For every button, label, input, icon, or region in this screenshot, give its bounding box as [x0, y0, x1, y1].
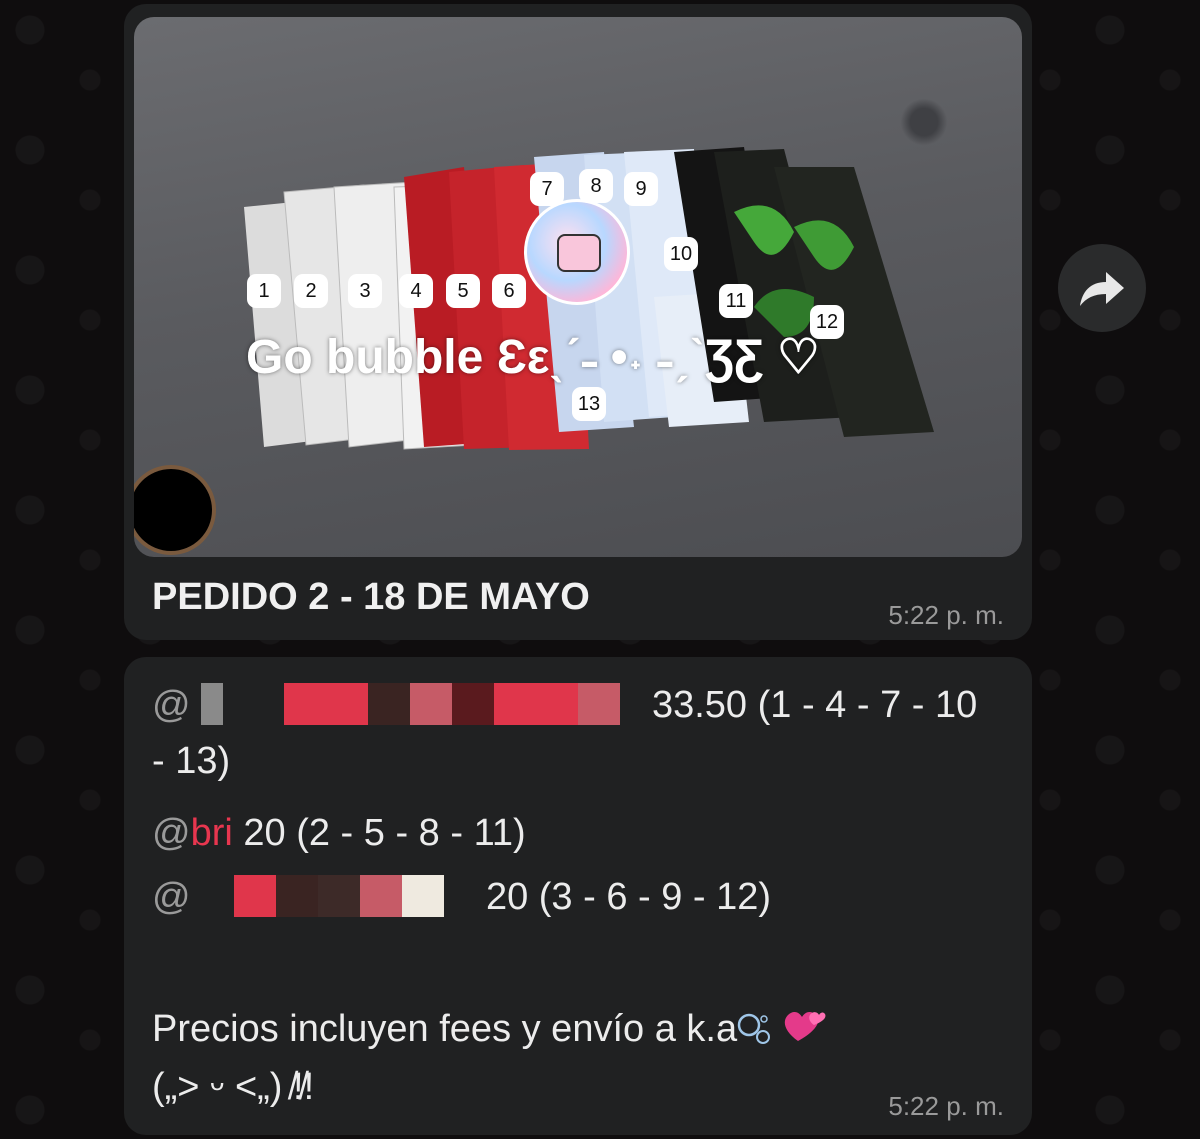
label-11: 11 [719, 284, 753, 318]
redacted-block [317, 875, 360, 917]
redacted-block [401, 875, 444, 917]
order-line-1: @ 33.50 (1 - 4 - 7 - 10 [152, 677, 977, 733]
redacted-block [284, 683, 369, 725]
forward-button[interactable] [1058, 244, 1146, 332]
redacted-block [275, 875, 318, 917]
mention-at: @ [152, 684, 191, 726]
image-caption: PEDIDO 2 - 18 DE MAYO [152, 576, 590, 618]
kaomoji-line: („> ᵕ <„) ̸!̸! [152, 1066, 315, 1108]
note-line: Precios incluyen fees y envío a k.a [152, 1001, 826, 1061]
text-message-bubble[interactable]: @ 33.50 (1 - 4 - 7 - 10 - 13) @bri 20 (2… [124, 657, 1032, 1135]
redacted-block [359, 875, 402, 917]
label-1: 1 [247, 274, 281, 308]
message-timestamp: 5:22 p. m. [888, 600, 1004, 630]
redacted-block [201, 683, 224, 725]
message-timestamp: 5:22 p. m. [888, 1091, 1004, 1121]
two-hearts-emoji-icon [782, 1005, 826, 1061]
redacted-block [233, 875, 276, 917]
order-text: 20 (2 - 5 - 8 - 11) [243, 812, 526, 854]
mention-at: @ [152, 876, 191, 918]
sticker-face [557, 234, 601, 272]
label-3: 3 [348, 274, 382, 308]
redacted-block [410, 683, 453, 725]
mention-at: @ [152, 812, 191, 854]
mention-user[interactable]: bri [191, 812, 233, 854]
label-7: 7 [530, 172, 564, 206]
label-4: 4 [399, 274, 433, 308]
redacted-block [578, 683, 621, 725]
redacted-block [494, 683, 579, 725]
label-2: 2 [294, 274, 328, 308]
order-line-3: @ 20 (3 - 6 - 9 - 12) [152, 869, 771, 925]
forward-arrow-icon [1080, 272, 1124, 306]
go-bubble-sticker [524, 199, 630, 305]
label-5: 5 [446, 274, 480, 308]
order-text: 33.50 (1 - 4 - 7 - 10 [651, 684, 978, 726]
watermark-text: Go bubble Ɛεˎˊ˗ •˖ ˗ˏˋƷƸ ♡ [246, 331, 820, 384]
order-photo[interactable]: 1 2 3 4 5 6 7 8 9 10 11 12 13 Go bubble … [134, 17, 1022, 557]
label-9: 9 [624, 172, 658, 206]
image-message-bubble[interactable]: 1 2 3 4 5 6 7 8 9 10 11 12 13 Go bubble … [124, 4, 1032, 640]
redacted-block [452, 683, 495, 725]
label-10: 10 [664, 237, 698, 271]
bubbles-emoji-icon [737, 1005, 771, 1044]
redacted-block [368, 683, 411, 725]
order-text: 20 (3 - 6 - 9 - 12) [485, 876, 772, 918]
order-line-2: @bri 20 (2 - 5 - 8 - 11) [152, 805, 526, 861]
label-13: 13 [572, 387, 606, 421]
label-6: 6 [492, 274, 526, 308]
note-text: Precios incluyen fees y envío a k.a [152, 1008, 738, 1050]
order-line-1-wrap: - 13) [152, 740, 231, 782]
label-8: 8 [579, 169, 613, 203]
table-stain [894, 97, 954, 147]
